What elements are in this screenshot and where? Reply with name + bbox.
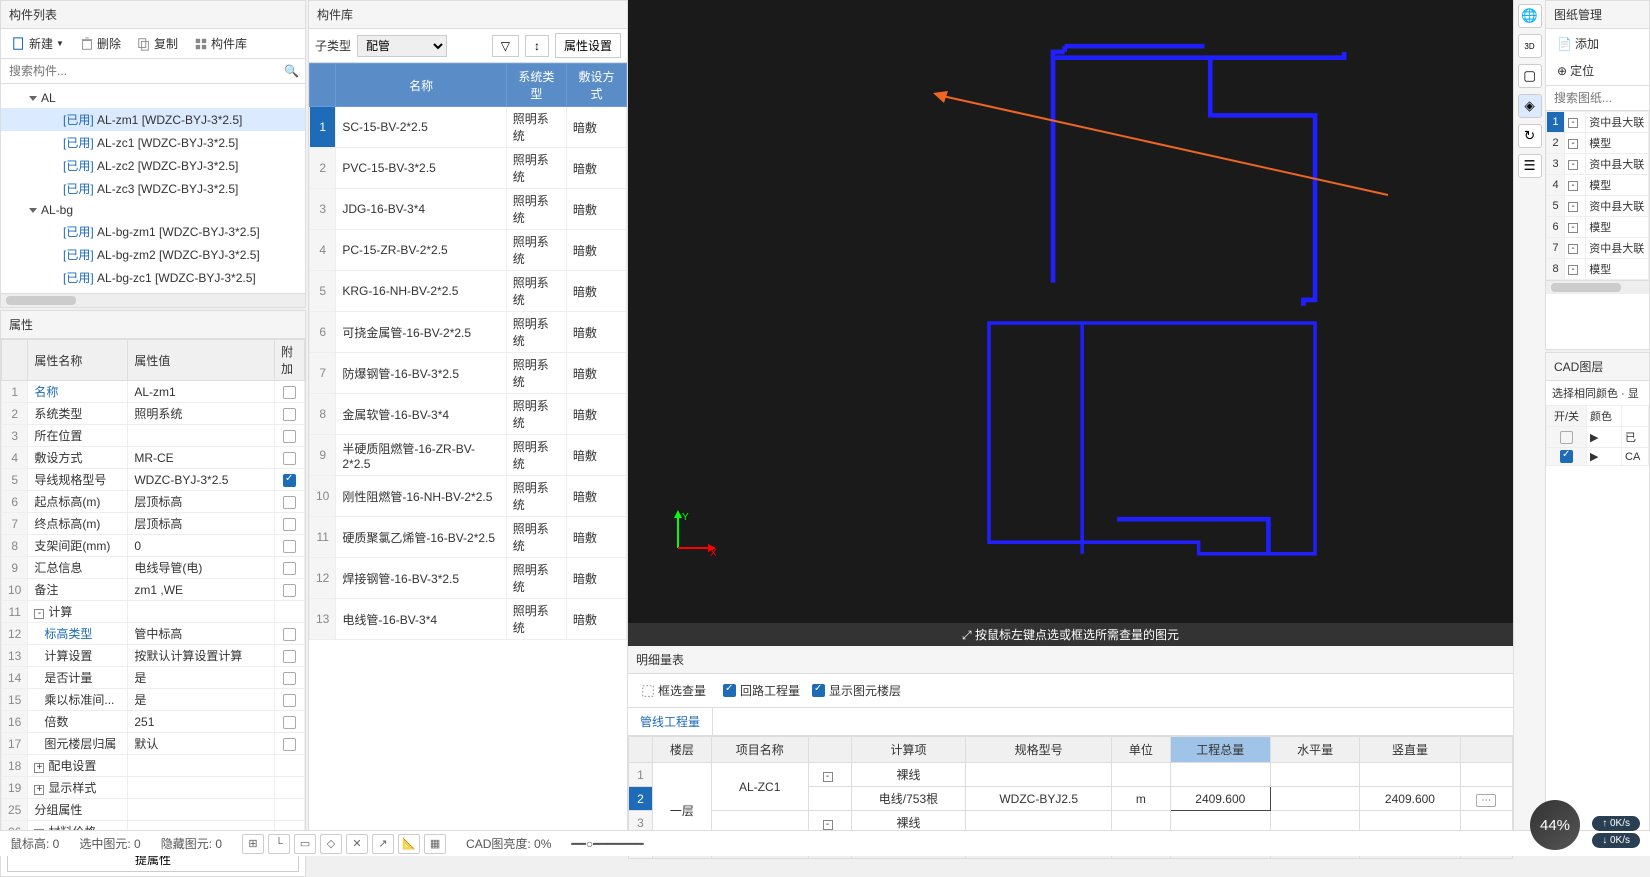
component-tree[interactable]: AL [已用] AL-zm1 [WDZC-BYJ-3*2.5] [已用] AL-… xyxy=(1,84,305,293)
globe-icon[interactable]: 🌐 xyxy=(1518,4,1542,28)
progress-badge: 44% xyxy=(1530,800,1580,850)
list-icon[interactable]: ☰ xyxy=(1518,154,1542,178)
axis-indicator: Y X xyxy=(668,508,718,561)
add-drawing-button[interactable]: 📄添加 xyxy=(1552,33,1604,54)
cad-layer-title: CAD图层 xyxy=(1546,353,1649,381)
status-tool-icon[interactable]: └ xyxy=(268,834,290,854)
status-tool-icon[interactable]: ⊞ xyxy=(242,834,264,854)
properties-table[interactable]: 属性名称属性值附加 1名称AL-zm12系统类型照明系统3所在位置4敷设方式MR… xyxy=(1,339,305,843)
layer-toggle[interactable] xyxy=(1560,450,1573,463)
sort-icon[interactable]: ↕ xyxy=(525,35,549,57)
layer-toggle[interactable] xyxy=(1560,431,1573,444)
detail-title: 明细量表 xyxy=(628,646,1513,674)
rotate-icon[interactable]: ↻ xyxy=(1518,124,1542,148)
3d-viewport[interactable]: Y X xyxy=(628,0,1513,623)
library-title: 构件库 xyxy=(309,1,627,29)
new-button[interactable]: 新建 ▼ xyxy=(7,33,69,54)
drawing-list[interactable]: 1-资中县大联2-模型3-资中县大联4-模型5-资中县大联6-模型7-资中县大联… xyxy=(1546,111,1649,280)
status-tool-icon[interactable]: ↗ xyxy=(372,834,394,854)
copy-button[interactable]: 复制 xyxy=(132,33,183,54)
box-select-button[interactable]: 框选查量 xyxy=(636,680,711,701)
search-icon: 🔍 xyxy=(284,64,299,78)
cad-layer-hint: 选择相同颜色 · 显 xyxy=(1546,381,1649,405)
prop-settings-button[interactable]: 属性设置 xyxy=(555,33,621,58)
filter-icon[interactable]: ▽ xyxy=(492,35,519,57)
svg-text:X: X xyxy=(710,548,717,558)
lib-button[interactable]: 构件库 xyxy=(189,33,252,54)
drawing-search-input[interactable] xyxy=(1546,86,1649,110)
net-speed-chip: ↓ 0K/s xyxy=(1592,833,1640,848)
cube-icon[interactable]: ▢ xyxy=(1518,64,1542,88)
component-search-input[interactable] xyxy=(1,59,305,83)
tab-pipe-qty[interactable]: 管线工程量 xyxy=(628,708,713,735)
net-speed-chip: ↑ 0K/s xyxy=(1592,816,1640,831)
drawing-mgmt-title: 图纸管理 xyxy=(1546,1,1649,29)
cube-alt-icon[interactable]: ◈ xyxy=(1518,94,1542,118)
loop-qty-checkbox[interactable]: 回路工程量 xyxy=(723,682,800,699)
status-bar: 鼠标高: 0 选中图元: 0 隐藏图元: 0 ⊞ └ ▭ ◇ ✕ ↗ 📐 ▦ C… xyxy=(0,830,1650,856)
status-tool-icon[interactable]: ▦ xyxy=(424,834,446,854)
viewport-hint: ⤢ 按鼠标左键点选或框选所需查量的图元 xyxy=(628,623,1513,646)
properties-title: 属性 xyxy=(1,311,305,339)
component-list-title: 构件列表 xyxy=(1,1,305,29)
row-more-button[interactable]: ⋯ xyxy=(1476,794,1496,807)
svg-text:Y: Y xyxy=(682,512,689,523)
status-tool-icon[interactable]: 📐 xyxy=(398,834,420,854)
status-tool-icon[interactable]: ▭ xyxy=(294,834,316,854)
delete-button[interactable]: 删除 xyxy=(75,33,126,54)
locate-button[interactable]: ⊕定位 xyxy=(1552,60,1599,81)
library-table[interactable]: 名称系统类型敷设方式 1SC-15-BV-2*2.5照明系统暗敷2PVC-15-… xyxy=(309,63,627,640)
status-tool-icon[interactable]: ✕ xyxy=(346,834,368,854)
status-tool-icon[interactable]: ◇ xyxy=(320,834,342,854)
cube-3d-icon[interactable]: 3D xyxy=(1518,34,1542,58)
show-floor-checkbox[interactable]: 显示图元楼层 xyxy=(812,682,901,699)
subtype-label: 子类型 xyxy=(315,37,351,54)
subtype-select[interactable]: 配管 xyxy=(357,35,447,57)
